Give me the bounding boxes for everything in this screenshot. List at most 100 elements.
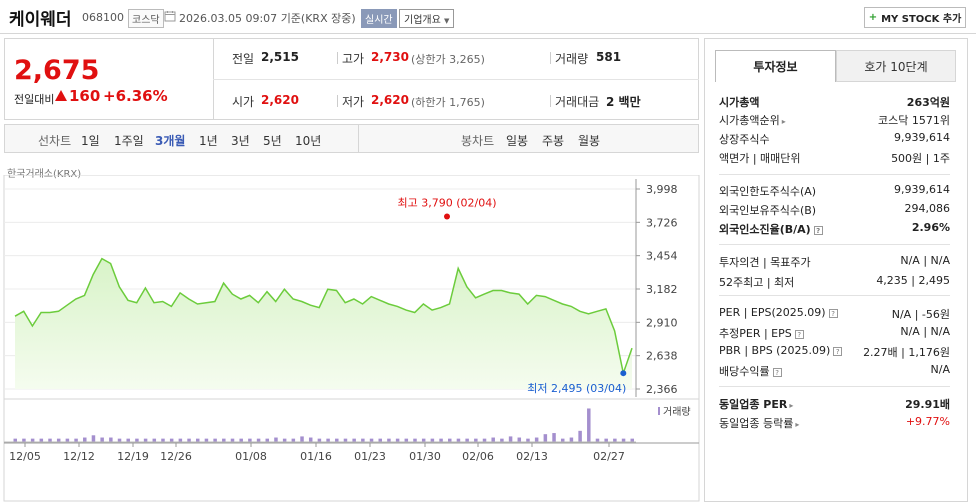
tab-quote-10[interactable]: 호가 10단계 xyxy=(836,50,956,82)
amount-value: 2 백만 xyxy=(606,95,641,109)
current-price: 2,675 xyxy=(14,55,100,86)
chevron-right-icon: ▸ xyxy=(781,117,786,126)
low-label: 저가 xyxy=(342,95,365,109)
low-annotation: 최저 2,495 (03/04) xyxy=(527,382,626,395)
volume-bar xyxy=(604,438,608,442)
row-opinion: 투자의견 | 목표주가 N/A | N/A xyxy=(719,254,950,269)
volume-bar xyxy=(491,437,495,442)
help-icon[interactable]: ? xyxy=(794,329,804,339)
volume-bar xyxy=(534,437,539,442)
volume-bar xyxy=(100,437,104,442)
volume-bar xyxy=(508,436,513,442)
period-3m[interactable]: 3개월 xyxy=(155,132,185,149)
volume-bar xyxy=(143,438,148,442)
x-tick-label: 12/26 xyxy=(160,450,192,463)
row-foreign-hold: 외국인보유주식수(B) 294,086 xyxy=(719,202,950,217)
change-label: 전일대비 xyxy=(14,93,55,106)
volume-bar xyxy=(335,438,339,442)
volume-bar xyxy=(126,438,130,442)
volume-bar xyxy=(560,438,565,442)
low-point xyxy=(620,370,627,377)
volume-bar xyxy=(448,438,452,442)
price-chart[interactable]: 3,998 3,726 3,454 3,182 2,910 2,638 2,366 최고 3,… xyxy=(0,175,700,502)
volume-bar xyxy=(152,438,157,442)
help-icon[interactable]: ? xyxy=(828,308,838,318)
volume-bar xyxy=(526,438,530,442)
volume-bar xyxy=(569,437,574,442)
stock-name: 케이웨더 xyxy=(9,10,72,30)
volume-bar xyxy=(256,438,261,442)
price-summary: 2,675 전일대비 160 +6.36% 전일 2,515 고가 2,730 … xyxy=(4,38,699,120)
y-tick-label: 2,910 xyxy=(646,316,678,329)
y-tick-label: 3,182 xyxy=(646,283,678,296)
candle-weekly[interactable]: 주봉 xyxy=(542,132,564,149)
period-1w[interactable]: 1주일 xyxy=(114,132,144,149)
open-value: 2,620 xyxy=(261,93,299,107)
prev-value: 2,515 xyxy=(261,50,299,64)
volume-bar xyxy=(308,437,313,442)
amount-label: 거래대금 xyxy=(555,95,600,109)
mystock-add-button[interactable]: + MY STOCK 추가 xyxy=(864,7,966,28)
candle-daily[interactable]: 일봉 xyxy=(506,132,528,149)
volume-bar xyxy=(13,438,17,442)
volume-bar xyxy=(187,438,191,442)
tab-invest-info[interactable]: 투자정보 xyxy=(715,50,836,82)
row-mcap-rank[interactable]: 시가총액순위 ▸ 코스닥 1571위 xyxy=(719,112,950,128)
volume-bar xyxy=(395,438,400,442)
upper-limit: (상한가 3,265) xyxy=(411,53,485,66)
high-label: 고가 xyxy=(342,52,365,66)
period-1y[interactable]: 1년 xyxy=(199,132,218,149)
volume-bar xyxy=(387,438,391,442)
volume-bar xyxy=(39,438,44,442)
volume-bar xyxy=(413,438,417,442)
volume-bar xyxy=(352,438,356,442)
market-badge: 코스닥 xyxy=(128,9,164,28)
high-point xyxy=(444,213,450,220)
period-3y[interactable]: 3년 xyxy=(231,132,250,149)
company-info-dropdown[interactable]: 기업개요 ▼ xyxy=(399,9,455,28)
low-value: 2,620 xyxy=(371,93,409,107)
quote-datetime: 2026.03.05 09:07 기준(KRX 장중) xyxy=(179,12,356,25)
volume-bar xyxy=(630,438,634,442)
row-industry-rate[interactable]: 동일업종 등락률 ▸ +9.77% xyxy=(719,415,950,431)
stock-code: 068100 xyxy=(82,11,124,24)
volume-bar xyxy=(265,438,270,442)
volume-bar xyxy=(222,438,226,442)
y-tick-label: 3,454 xyxy=(646,250,678,263)
help-icon[interactable]: ? xyxy=(833,346,843,356)
row-industry-per[interactable]: 동일업종 PER ▸ 29.91배 xyxy=(719,396,950,412)
change-value: 160 xyxy=(69,87,101,105)
volume-bar xyxy=(613,438,617,442)
chevron-down-icon: ▼ xyxy=(444,17,450,25)
volume-bar xyxy=(474,438,478,442)
volume-label: 거래량 xyxy=(555,52,589,66)
period-1d[interactable]: 1일 xyxy=(81,132,100,149)
volume-bar xyxy=(421,438,426,442)
period-5y[interactable]: 5년 xyxy=(263,132,282,149)
chart-period-bar: 선차트 1일 1주일 3개월 1년 3년 5년 10년 봉차트 일봉 주봉 월봉 xyxy=(4,124,699,153)
x-tick-label: 02/06 xyxy=(462,450,494,463)
high-annotation: 최고 3,790 (02/04) xyxy=(397,196,496,209)
period-10y[interactable]: 10년 xyxy=(295,132,321,149)
volume-bar xyxy=(543,434,548,442)
volume-bar xyxy=(430,438,435,442)
lower-limit: (하한가 1,765) xyxy=(411,96,485,109)
candle-chart-title: 봉차트 xyxy=(461,134,495,148)
volume-bar xyxy=(56,438,61,442)
volume-bar xyxy=(621,438,626,442)
help-icon[interactable]: ? xyxy=(813,225,823,235)
volume-bar xyxy=(282,438,287,442)
stock-header: 케이웨더 068100 코스닥 2026.03.05 09:07 기준(KRX … xyxy=(0,0,976,34)
help-icon[interactable]: ? xyxy=(772,367,782,377)
x-tick-label: 12/19 xyxy=(117,450,149,463)
row-shares: 상장주식수 9,939,614 xyxy=(719,131,950,146)
row-foreign-limit: 외국인한도주식수(A) 9,939,614 xyxy=(719,183,950,198)
candle-monthly[interactable]: 월봉 xyxy=(578,132,600,149)
x-tick-label: 01/30 xyxy=(409,450,441,463)
volume-bar xyxy=(439,438,443,442)
change-percent: +6.36% xyxy=(103,87,168,105)
volume-bar xyxy=(239,438,243,442)
row-est-per: 추정PER | EPS? N/A | N/A xyxy=(719,325,950,340)
volume-bar xyxy=(195,438,200,442)
chevron-right-icon: ▸ xyxy=(795,420,800,429)
